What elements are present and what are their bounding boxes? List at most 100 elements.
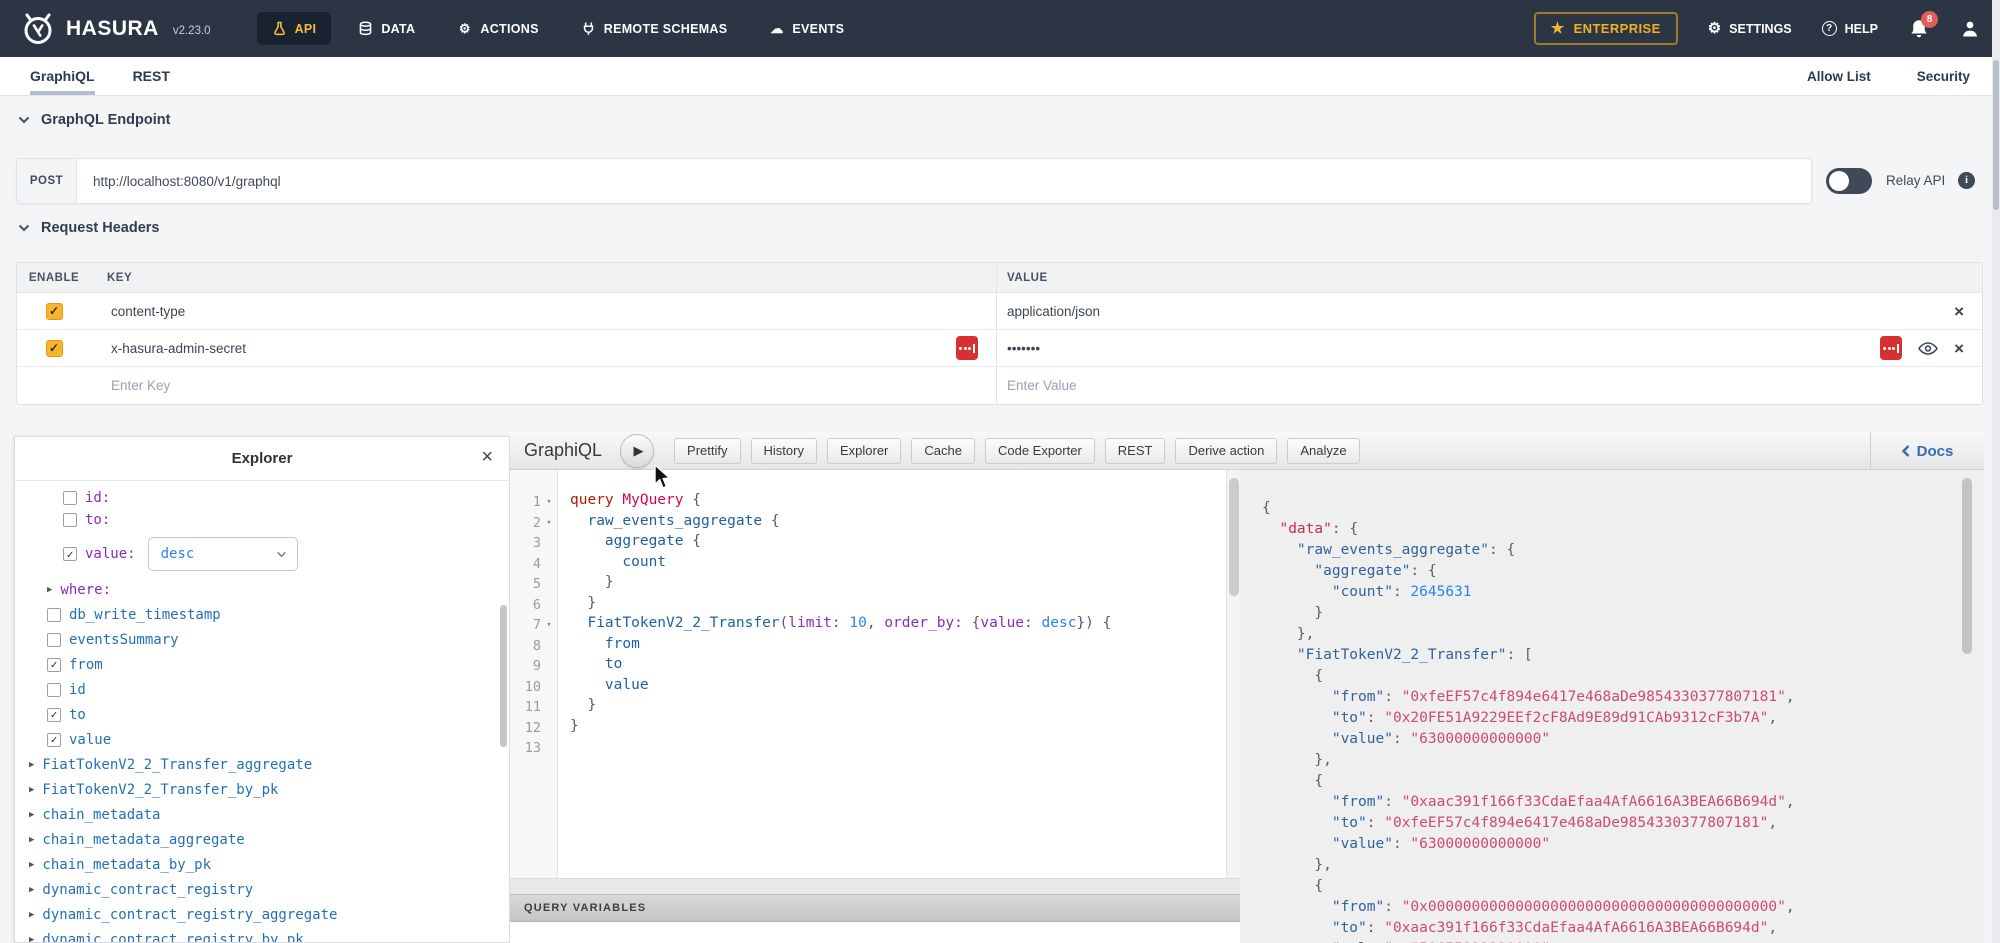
header-value-input[interactable]: application/json [1007,304,1100,319]
editor-resize-strip[interactable] [510,878,1240,894]
explorer-item-fiattokenv2-2-transfer-aggregate[interactable]: ▶FiatTokenV2_2_Transfer_aggregate [15,752,509,777]
remove-header-icon[interactable]: × [1954,303,1964,320]
explorer-item-to-[interactable]: to: [15,509,509,531]
close-icon[interactable]: × [481,446,493,469]
toolbar-button-analyze[interactable]: Analyze [1287,438,1359,464]
eye-icon[interactable] [1918,341,1938,356]
token: : [1384,689,1401,705]
explorer-item-label: where: [60,582,111,598]
password-manager-icon[interactable] [956,336,978,360]
explorer-item-dynamic-contract-registry-by-pk[interactable]: ▶dynamic_contract_registry_by_pk [15,927,509,942]
execute-query-button[interactable]: ▶ [620,434,654,468]
help-button[interactable]: ? HELP [1822,21,1878,36]
explorer-item-id-[interactable]: id: [15,487,509,509]
enterprise-button[interactable]: ★ ENTERPRISE [1534,12,1678,45]
new-header-key-input[interactable]: Enter Key [111,378,170,393]
fold-arrow-icon[interactable]: ▾ [541,620,557,630]
toolbar-button-history[interactable]: History [751,438,817,464]
explorer-checkbox[interactable] [63,491,77,505]
headers-section-toggle[interactable]: Request Headers [18,220,159,236]
nav-item-actions[interactable]: ⚙ACTIONS [442,12,553,45]
toolbar-button-derive-action[interactable]: Derive action [1175,438,1277,464]
explorer-checkbox[interactable]: ✓ [47,658,61,672]
query-editor[interactable]: 1▾2▾34567▾8910111213 query MyQuery { raw… [510,470,1226,878]
sort-order-select[interactable]: desc [148,537,298,571]
new-header-value-input[interactable]: Enter Value [1007,378,1077,393]
docs-button[interactable]: Docs [1870,432,1984,470]
token [570,615,587,631]
explorer-item-from[interactable]: ✓from [15,652,509,677]
link-allow-list[interactable]: Allow List [1807,69,1871,84]
explorer-item-id[interactable]: id [15,677,509,702]
enable-cell: ✓ [17,330,91,366]
explorer-item-chain-metadata-by-pk[interactable]: ▶chain_metadata_by_pk [15,852,509,877]
explorer-checkbox[interactable] [47,608,61,622]
response-scrollbar-thumb[interactable] [1962,478,1972,654]
explorer-item-where-[interactable]: ▶where: [15,577,509,602]
query-variables-editor[interactable] [510,922,1240,943]
explorer-item-eventssummary[interactable]: eventsSummary [15,627,509,652]
explorer-checkbox[interactable]: ✓ [63,547,77,561]
header-key-input[interactable]: x-hasura-admin-secret [111,341,246,356]
link-security[interactable]: Security [1917,69,1970,84]
response-line: "from": "0xfeEF57c4f894e6417e468aDe98543… [1262,689,1984,710]
toolbar-button-code-exporter[interactable]: Code Exporter [985,438,1095,464]
line-number: 6 [515,597,541,613]
endpoint-url-input[interactable]: http://localhost:8080/v1/graphql [77,159,1811,203]
header-enabled-checkbox[interactable]: ✓ [46,303,63,320]
explorer-item-to[interactable]: ✓to [15,702,509,727]
editor-scrollbar-thumb[interactable] [1229,478,1239,596]
explorer-item-value-[interactable]: ✓value:desc [15,531,509,577]
header-enabled-checkbox[interactable]: ✓ [46,340,63,357]
explorer-item-fiattokenv2-2-transfer-by-pk[interactable]: ▶FiatTokenV2_2_Transfer_by_pk [15,777,509,802]
explorer-checkbox[interactable] [63,513,77,527]
explorer-item-label: id [69,682,86,698]
chevron-down-icon [18,224,30,232]
nav-item-data[interactable]: DATA [343,12,430,45]
column-value: VALUE [996,263,1982,292]
fold-arrow-icon[interactable]: ▾ [541,497,557,507]
explorer-item-dynamic-contract-registry-aggregate[interactable]: ▶dynamic_contract_registry_aggregate [15,902,509,927]
query-variables-bar[interactable]: QUERY VARIABLES [510,894,1240,922]
info-icon[interactable]: i [1958,172,1975,189]
explorer-item-chain-metadata-aggregate[interactable]: ▶chain_metadata_aggregate [15,827,509,852]
page-scrollbar-thumb[interactable] [1993,60,1999,210]
nav-item-label: REMOTE SCHEMAS [604,22,728,36]
token: desc [1042,615,1077,631]
token: : [ [1506,647,1532,663]
password-manager-icon[interactable] [1880,336,1902,360]
tab-graphiql[interactable]: GraphiQL [30,57,95,95]
fold-arrow-icon[interactable]: ▾ [541,518,557,528]
remove-header-icon[interactable]: × [1954,340,1964,357]
toolbar-button-cache[interactable]: Cache [911,438,975,464]
header-row: ✓ content-type application/json × [17,293,1982,330]
nav-item-remote-schemas[interactable]: REMOTE SCHEMAS [566,12,743,45]
user-menu-button[interactable] [1960,19,1980,39]
nav-item-api[interactable]: API [257,12,332,45]
toolbar-button-rest[interactable]: REST [1105,438,1166,464]
explorer-item-value[interactable]: ✓value [15,727,509,752]
explorer-item-dynamic-contract-registry[interactable]: ▶dynamic_contract_registry [15,877,509,902]
explorer-item-chain-metadata[interactable]: ▶chain_metadata [15,802,509,827]
brand[interactable]: HASURA v2.23.0 [20,11,211,47]
editor-code[interactable]: query MyQuery { raw_events_aggregate { a… [558,470,1226,878]
explorer-scrollbar[interactable] [500,605,507,747]
explorer-checkbox[interactable]: ✓ [47,733,61,747]
notifications-button[interactable]: 8 [1908,18,1930,40]
explorer-checkbox[interactable] [47,633,61,647]
endpoint-section-toggle[interactable]: GraphQL Endpoint [18,112,170,128]
toolbar-button-prettify[interactable]: Prettify [674,438,740,464]
relay-api-toggle[interactable] [1826,168,1872,194]
query-variables-label: QUERY VARIABLES [524,902,646,914]
explorer-checkbox[interactable] [47,683,61,697]
explorer-checkbox[interactable]: ✓ [47,708,61,722]
header-key-input[interactable]: content-type [111,304,185,319]
token [570,574,605,590]
explorer-item-db-write-timestamp[interactable]: db_write_timestamp [15,602,509,627]
tab-rest[interactable]: REST [133,57,170,95]
explorer-item-label: db_write_timestamp [69,607,221,623]
nav-item-events[interactable]: ☁EVENTS [754,12,859,45]
toolbar-button-explorer[interactable]: Explorer [827,438,901,464]
settings-button[interactable]: ⚙ SETTINGS [1708,21,1792,36]
header-value-input[interactable]: ••••••• [1007,341,1040,356]
